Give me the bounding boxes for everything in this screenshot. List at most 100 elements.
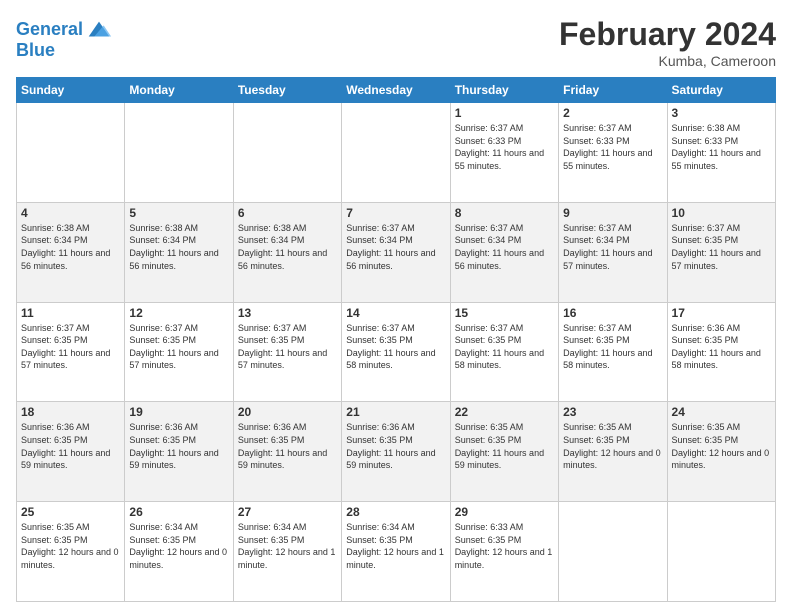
day-info: Sunrise: 6:36 AMSunset: 6:35 PMDaylight:… (672, 322, 771, 372)
day-number: 15 (455, 306, 554, 320)
calendar-cell: 24 Sunrise: 6:35 AMSunset: 6:35 PMDayligh… (667, 402, 775, 502)
calendar-cell: 6 Sunrise: 6:38 AMSunset: 6:34 PMDaylight… (233, 202, 341, 302)
day-number: 18 (21, 405, 120, 419)
calendar-cell (342, 103, 450, 203)
col-wednesday: Wednesday (342, 78, 450, 103)
logo-icon (85, 16, 113, 44)
day-number: 16 (563, 306, 662, 320)
day-info: Sunrise: 6:37 AMSunset: 6:33 PMDaylight:… (563, 122, 662, 172)
day-info: Sunrise: 6:38 AMSunset: 6:33 PMDaylight:… (672, 122, 771, 172)
day-info: Sunrise: 6:37 AMSunset: 6:35 PMDaylight:… (455, 322, 554, 372)
calendar-cell: 25Sunrise: 6:35 AMSunset: 6:35 PMDayligh… (17, 502, 125, 602)
day-number: 23 (563, 405, 662, 419)
day-number: 28 (346, 505, 445, 519)
day-info: Sunrise: 6:37 AMSunset: 6:35 PMDaylight:… (563, 322, 662, 372)
calendar-cell: 19 Sunrise: 6:36 AMSunset: 6:35 PMDayligh… (125, 402, 233, 502)
calendar-cell: 12 Sunrise: 6:37 AMSunset: 6:35 PMDayligh… (125, 302, 233, 402)
day-number: 29 (455, 505, 554, 519)
calendar-cell: 26Sunrise: 6:34 AMSunset: 6:35 PMDayligh… (125, 502, 233, 602)
calendar-title: February 2024 (559, 16, 776, 53)
day-number: 21 (346, 405, 445, 419)
day-info: Sunrise: 6:37 AMSunset: 6:35 PMDaylight:… (21, 322, 120, 372)
calendar-cell: 29 Sunrise: 6:33 AMSunset: 6:35 PMDayligh… (450, 502, 558, 602)
calendar-cell: 17 Sunrise: 6:36 AMSunset: 6:35 PMDayligh… (667, 302, 775, 402)
day-number: 27 (238, 505, 337, 519)
calendar-cell (559, 502, 667, 602)
calendar-cell (667, 502, 775, 602)
title-block: February 2024 Kumba, Cameroon (559, 16, 776, 69)
calendar-cell: 4 Sunrise: 6:38 AMSunset: 6:34 PMDaylight… (17, 202, 125, 302)
day-number: 6 (238, 206, 337, 220)
day-info: Sunrise: 6:37 AMSunset: 6:34 PMDaylight:… (346, 222, 445, 272)
col-tuesday: Tuesday (233, 78, 341, 103)
day-number: 20 (238, 405, 337, 419)
logo: General Blue (16, 16, 113, 61)
calendar-week-5: 25Sunrise: 6:35 AMSunset: 6:35 PMDayligh… (17, 502, 776, 602)
day-info: Sunrise: 6:37 AMSunset: 6:33 PMDaylight:… (455, 122, 554, 172)
calendar-cell: 7 Sunrise: 6:37 AMSunset: 6:34 PMDaylight… (342, 202, 450, 302)
day-info: Sunrise: 6:35 AMSunset: 6:35 PMDaylight:… (455, 421, 554, 471)
day-number: 14 (346, 306, 445, 320)
calendar-cell (17, 103, 125, 203)
calendar-cell: 3 Sunrise: 6:38 AMSunset: 6:33 PMDaylight… (667, 103, 775, 203)
col-sunday: Sunday (17, 78, 125, 103)
day-info: Sunrise: 6:35 AMSunset: 6:35 PMDaylight:… (672, 421, 771, 471)
header: General Blue February 2024 Kumba, Camero… (16, 16, 776, 69)
calendar-cell: 1 Sunrise: 6:37 AMSunset: 6:33 PMDaylight… (450, 103, 558, 203)
calendar-cell: 5Sunrise: 6:38 AMSunset: 6:34 PMDaylight… (125, 202, 233, 302)
day-info: Sunrise: 6:36 AMSunset: 6:35 PMDaylight:… (129, 421, 228, 471)
day-number: 1 (455, 106, 554, 120)
calendar-cell: 10 Sunrise: 6:37 AMSunset: 6:35 PMDayligh… (667, 202, 775, 302)
calendar-cell: 9 Sunrise: 6:37 AMSunset: 6:34 PMDaylight… (559, 202, 667, 302)
calendar-cell: 18Sunrise: 6:36 AMSunset: 6:35 PMDayligh… (17, 402, 125, 502)
day-info: Sunrise: 6:37 AMSunset: 6:35 PMDaylight:… (672, 222, 771, 272)
col-saturday: Saturday (667, 78, 775, 103)
day-number: 8 (455, 206, 554, 220)
col-friday: Friday (559, 78, 667, 103)
day-number: 13 (238, 306, 337, 320)
day-number: 12 (129, 306, 228, 320)
day-number: 24 (672, 405, 771, 419)
day-number: 3 (672, 106, 771, 120)
calendar-cell: 13 Sunrise: 6:37 AMSunset: 6:35 PMDayligh… (233, 302, 341, 402)
day-number: 19 (129, 405, 228, 419)
logo-text: General (16, 20, 83, 40)
calendar-week-3: 11 Sunrise: 6:37 AMSunset: 6:35 PMDayligh… (17, 302, 776, 402)
calendar-cell: 14Sunrise: 6:37 AMSunset: 6:35 PMDayligh… (342, 302, 450, 402)
col-monday: Monday (125, 78, 233, 103)
day-number: 7 (346, 206, 445, 220)
day-info: Sunrise: 6:38 AMSunset: 6:34 PMDaylight:… (238, 222, 337, 272)
calendar-cell: 28 Sunrise: 6:34 AMSunset: 6:35 PMDayligh… (342, 502, 450, 602)
day-number: 11 (21, 306, 120, 320)
day-info: Sunrise: 6:36 AMSunset: 6:35 PMDaylight:… (238, 421, 337, 471)
day-info: Sunrise: 6:36 AMSunset: 6:35 PMDaylight:… (346, 421, 445, 471)
day-info: Sunrise: 6:37 AMSunset: 6:34 PMDaylight:… (563, 222, 662, 272)
calendar-cell: 27 Sunrise: 6:34 AMSunset: 6:35 PMDayligh… (233, 502, 341, 602)
col-thursday: Thursday (450, 78, 558, 103)
calendar-cell: 23 Sunrise: 6:35 AMSunset: 6:35 PMDayligh… (559, 402, 667, 502)
calendar-cell: 15 Sunrise: 6:37 AMSunset: 6:35 PMDayligh… (450, 302, 558, 402)
day-info: Sunrise: 6:34 AMSunset: 6:35 PMDaylight:… (346, 521, 445, 571)
day-info: Sunrise: 6:33 AMSunset: 6:35 PMDaylight:… (455, 521, 554, 571)
calendar-week-1: 1 Sunrise: 6:37 AMSunset: 6:33 PMDaylight… (17, 103, 776, 203)
day-number: 9 (563, 206, 662, 220)
day-number: 4 (21, 206, 120, 220)
day-number: 17 (672, 306, 771, 320)
day-info: Sunrise: 6:34 AMSunset: 6:35 PMDaylight:… (238, 521, 337, 571)
day-info: Sunrise: 6:37 AMSunset: 6:35 PMDaylight:… (238, 322, 337, 372)
header-row: Sunday Monday Tuesday Wednesday Thursday… (17, 78, 776, 103)
day-info: Sunrise: 6:35 AMSunset: 6:35 PMDaylight:… (563, 421, 662, 471)
calendar-cell: 21 Sunrise: 6:36 AMSunset: 6:35 PMDayligh… (342, 402, 450, 502)
day-number: 5 (129, 206, 228, 220)
day-number: 26 (129, 505, 228, 519)
day-number: 2 (563, 106, 662, 120)
day-info: Sunrise: 6:37 AMSunset: 6:35 PMDaylight:… (129, 322, 228, 372)
calendar-cell: 16 Sunrise: 6:37 AMSunset: 6:35 PMDayligh… (559, 302, 667, 402)
day-number: 10 (672, 206, 771, 220)
day-number: 25 (21, 505, 120, 519)
calendar-cell: 20 Sunrise: 6:36 AMSunset: 6:35 PMDayligh… (233, 402, 341, 502)
calendar-cell: 22Sunrise: 6:35 AMSunset: 6:35 PMDayligh… (450, 402, 558, 502)
calendar-subtitle: Kumba, Cameroon (559, 53, 776, 69)
day-info: Sunrise: 6:38 AMSunset: 6:34 PMDaylight:… (21, 222, 120, 272)
calendar-week-2: 4 Sunrise: 6:38 AMSunset: 6:34 PMDaylight… (17, 202, 776, 302)
